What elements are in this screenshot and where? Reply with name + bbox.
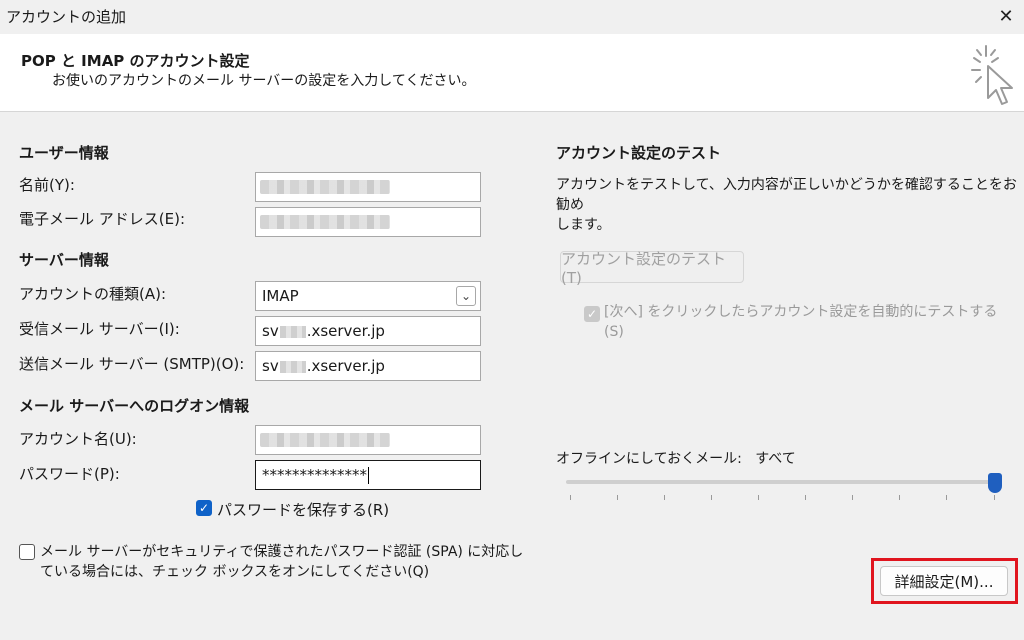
auto-test-line1: [次へ] をクリックしたらアカウント設定を自動的にテストする (604, 304, 998, 320)
account-name-field[interactable] (255, 425, 481, 455)
slider-tick (664, 495, 665, 500)
password-field[interactable]: ************** (255, 460, 481, 490)
spa-label-line1: メール サーバーがセキュリティで保護されたパスワード認証 (SPA) に対応し (40, 544, 524, 560)
slider-tick (617, 495, 618, 500)
outgoing-server-label: 送信メール サーバー (SMTP)(O): (19, 355, 245, 373)
window-title: アカウントの追加 (6, 8, 127, 26)
offline-mail-label-text: オフラインにしておくメール: (556, 451, 742, 467)
incoming-server-prefix: sv (262, 322, 279, 340)
chevron-down-icon[interactable]: ⌄ (456, 286, 476, 306)
title-bar: アカウントの追加 ✕ (0, 0, 1024, 34)
slider-tick (946, 495, 947, 500)
auto-test-label[interactable]: [次へ] をクリックしたらアカウント設定を自動的にテストする (S) (604, 302, 997, 342)
outgoing-server-suffix: .xserver.jp (306, 357, 385, 375)
offline-mail-value: すべて (755, 451, 796, 467)
test-description: アカウントをテストして、入力内容が正しいかどうかを確認することをお勧め します。 (556, 175, 1024, 235)
incoming-server-label: 受信メール サーバー(I): (19, 320, 180, 338)
logon-info-title: メール サーバーへのログオン情報 (19, 397, 250, 415)
email-field[interactable] (255, 207, 481, 237)
test-section-title: アカウント設定のテスト (556, 144, 722, 162)
spa-label-line2: ている場合には、チェック ボックスをオンにしてください(Q) (40, 564, 430, 580)
account-name-label: アカウント名(U): (19, 430, 137, 448)
slider-tick (899, 495, 900, 500)
close-icon[interactable]: ✕ (990, 0, 1022, 32)
save-password-checkbox[interactable]: ✓ (196, 500, 212, 516)
auto-test-line2: (S) (604, 324, 624, 340)
slider-tick (805, 495, 806, 500)
password-value: ************** (262, 466, 367, 484)
incoming-server-field[interactable]: sv .xserver.jp (255, 316, 481, 346)
email-label: 電子メール アドレス(E): (19, 210, 186, 228)
account-type-label: アカウントの種類(A): (19, 285, 167, 303)
text-cursor (368, 467, 369, 484)
slider-tick (852, 495, 853, 500)
offline-slider-ticks (570, 495, 1000, 501)
cursor-sparkle-icon (971, 45, 1013, 105)
account-type-value: IMAP (262, 287, 299, 305)
slider-tick (711, 495, 712, 500)
outgoing-server-field[interactable]: sv .xserver.jp (255, 351, 481, 381)
user-info-title: ユーザー情報 (19, 144, 109, 162)
slider-tick (570, 495, 571, 500)
redacted-value (260, 433, 390, 447)
slider-tick (758, 495, 759, 500)
name-label: 名前(Y): (19, 176, 75, 194)
redacted-value (279, 325, 306, 338)
password-label: パスワード(P): (19, 465, 120, 483)
test-description-line1: アカウントをテストして、入力内容が正しいかどうかを確認することをお勧め (556, 177, 1017, 213)
dialog-header: POP と IMAP のアカウント設定 お使いのアカウントのメール サーバーの設… (0, 34, 1024, 112)
offline-mail-label: オフラインにしておくメール: すべて (556, 448, 796, 468)
save-password-label[interactable]: パスワードを保存する(R) (217, 499, 389, 520)
test-account-button[interactable]: アカウント設定のテスト(T) (560, 250, 744, 287)
redacted-value (260, 180, 390, 194)
spa-checkbox[interactable] (19, 544, 35, 560)
server-info-title: サーバー情報 (19, 251, 109, 269)
header-subtitle: お使いのアカウントのメール サーバーの設定を入力してください。 (52, 73, 476, 89)
incoming-server-suffix: .xserver.jp (306, 322, 385, 340)
advanced-settings-button[interactable]: 詳細設定(M)... (880, 566, 1008, 596)
spa-label[interactable]: メール サーバーがセキュリティで保護されたパスワード認証 (SPA) に対応し … (40, 542, 523, 582)
name-field[interactable] (255, 172, 481, 202)
redacted-value (260, 215, 390, 229)
auto-test-checkbox[interactable]: ✓ (584, 306, 600, 322)
offline-slider-track[interactable] (566, 480, 1002, 484)
redacted-value (279, 360, 306, 373)
test-description-line2: します。 (556, 217, 611, 233)
header-title: POP と IMAP のアカウント設定 (21, 52, 250, 70)
outgoing-server-prefix: sv (262, 357, 279, 375)
account-type-select[interactable]: IMAP ⌄ (255, 281, 481, 311)
offline-slider-thumb[interactable] (988, 473, 1002, 493)
slider-tick (994, 495, 995, 500)
